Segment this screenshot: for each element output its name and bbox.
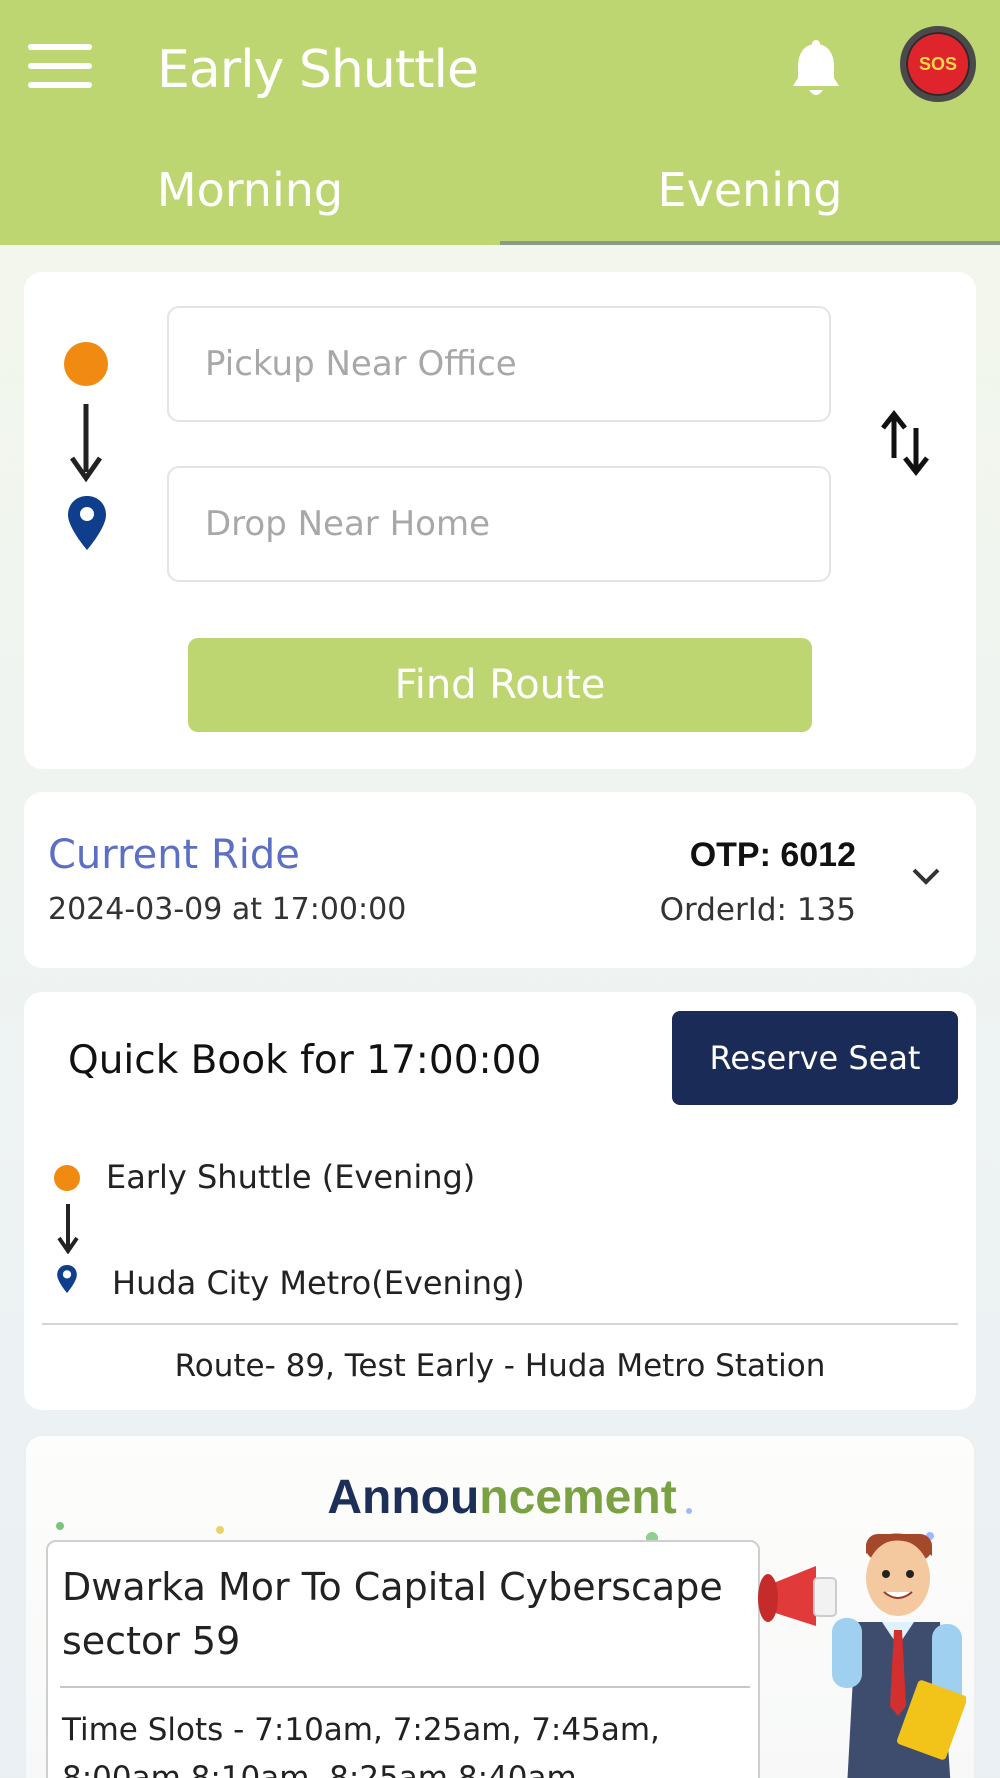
drop-input[interactable]: Drop Near Home	[167, 466, 831, 582]
reserve-seat-button[interactable]: Reserve Seat	[672, 1011, 958, 1105]
quick-book-title: Quick Book for 17:00:00	[68, 1038, 542, 1083]
arrow-down-icon	[69, 404, 103, 482]
announcement-box[interactable]: Dwarka Mor To Capital Cyberscape sector …	[46, 1540, 760, 1778]
arrow-down-icon	[57, 1204, 79, 1254]
ride-datetime: 2024-03-09 at 17:00:00	[48, 892, 407, 927]
announcement-body: Time Slots - 7:10am, 7:25am, 7:45am, 8:0…	[62, 1712, 660, 1778]
current-ride-card[interactable]: Current Ride 2024-03-09 at 17:00:00 OTP:…	[24, 792, 976, 968]
confetti-dot	[216, 1526, 224, 1534]
divider	[42, 1323, 958, 1325]
find-route-button[interactable]: Find Route	[188, 638, 812, 732]
ride-otp: OTP: 6012	[689, 836, 856, 874]
chevron-down-icon[interactable]	[908, 858, 944, 894]
announcement-title-part1: Annou	[327, 1471, 480, 1524]
location-pin-icon	[57, 1265, 77, 1293]
route-description: Route- 89, Test Early - Huda Metro Stati…	[174, 1348, 826, 1384]
route-search-card: Pickup Near Office Drop Near Home Find R…	[24, 272, 976, 769]
menu-icon[interactable]	[28, 44, 92, 92]
swap-icon[interactable]	[880, 408, 932, 476]
tab-morning[interactable]: Morning	[0, 150, 500, 245]
divider	[60, 1686, 750, 1688]
announcement-card: Announcement Dwarka Mor To Capital Cyber…	[24, 1434, 976, 1778]
megaphone-icon	[758, 1533, 966, 1778]
announcement-title: Announcement	[26, 1470, 974, 1525]
pickup-input[interactable]: Pickup Near Office	[167, 306, 831, 422]
current-ride-title: Current Ride	[48, 832, 300, 878]
pickup-stop-name: Early Shuttle (Evening)	[106, 1158, 476, 1196]
sos-button[interactable]: SOS	[900, 26, 976, 102]
pickup-dot-icon	[64, 342, 108, 386]
bell-icon[interactable]	[790, 40, 842, 100]
app-title: Early Shuttle	[157, 40, 479, 100]
app-header: Early Shuttle SOS Morning Evening	[0, 0, 1000, 245]
announcement-title-part2: ncement	[479, 1471, 677, 1524]
announcement-heading: Dwarka Mor To Capital Cyberscape sector …	[62, 1565, 723, 1663]
drop-stop-name: Huda City Metro(Evening)	[112, 1264, 525, 1302]
ride-order-id: OrderId: 135	[659, 892, 856, 928]
quick-book-card: Quick Book for 17:00:00 Reserve Seat Ear…	[24, 992, 976, 1410]
tab-evening[interactable]: Evening	[500, 150, 1000, 245]
pickup-dot-icon	[54, 1165, 80, 1191]
location-pin-icon	[68, 496, 106, 550]
